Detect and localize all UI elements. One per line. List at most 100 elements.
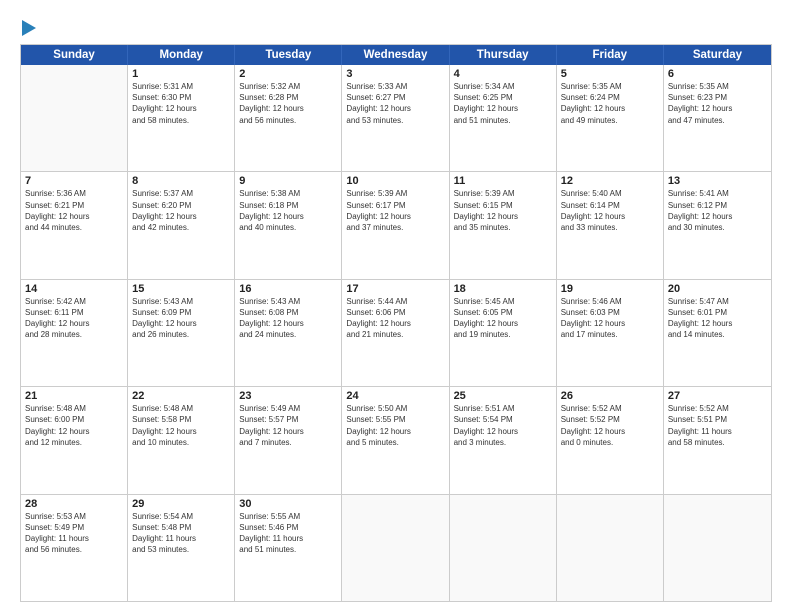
day-info: Sunrise: 5:35 AMSunset: 6:24 PMDaylight:… [561, 81, 659, 126]
day-number: 7 [25, 175, 123, 187]
day-number: 12 [561, 175, 659, 187]
day-info: Sunrise: 5:34 AMSunset: 6:25 PMDaylight:… [454, 81, 552, 126]
calendar-cell: 15Sunrise: 5:43 AMSunset: 6:09 PMDayligh… [128, 280, 235, 386]
calendar-cell: 17Sunrise: 5:44 AMSunset: 6:06 PMDayligh… [342, 280, 449, 386]
calendar-cell: 19Sunrise: 5:46 AMSunset: 6:03 PMDayligh… [557, 280, 664, 386]
calendar-week-2: 7Sunrise: 5:36 AMSunset: 6:21 PMDaylight… [21, 172, 771, 279]
day-number: 23 [239, 390, 337, 402]
day-number: 14 [25, 283, 123, 295]
day-number: 20 [668, 283, 767, 295]
day-number: 9 [239, 175, 337, 187]
day-info: Sunrise: 5:42 AMSunset: 6:11 PMDaylight:… [25, 296, 123, 341]
calendar-week-1: 1Sunrise: 5:31 AMSunset: 6:30 PMDaylight… [21, 65, 771, 172]
day-number: 19 [561, 283, 659, 295]
day-number: 21 [25, 390, 123, 402]
calendar-cell: 30Sunrise: 5:55 AMSunset: 5:46 PMDayligh… [235, 495, 342, 601]
calendar-cell: 26Sunrise: 5:52 AMSunset: 5:52 PMDayligh… [557, 387, 664, 493]
day-info: Sunrise: 5:40 AMSunset: 6:14 PMDaylight:… [561, 188, 659, 233]
header-day-sunday: Sunday [21, 45, 128, 65]
calendar-cell: 28Sunrise: 5:53 AMSunset: 5:49 PMDayligh… [21, 495, 128, 601]
logo [20, 20, 36, 36]
day-number: 3 [346, 68, 444, 80]
day-info: Sunrise: 5:51 AMSunset: 5:54 PMDaylight:… [454, 403, 552, 448]
calendar-cell: 9Sunrise: 5:38 AMSunset: 6:18 PMDaylight… [235, 172, 342, 278]
day-info: Sunrise: 5:36 AMSunset: 6:21 PMDaylight:… [25, 188, 123, 233]
calendar-cell: 14Sunrise: 5:42 AMSunset: 6:11 PMDayligh… [21, 280, 128, 386]
calendar-cell: 7Sunrise: 5:36 AMSunset: 6:21 PMDaylight… [21, 172, 128, 278]
day-number: 11 [454, 175, 552, 187]
calendar-cell: 16Sunrise: 5:43 AMSunset: 6:08 PMDayligh… [235, 280, 342, 386]
day-number: 28 [25, 498, 123, 510]
header-day-friday: Friday [557, 45, 664, 65]
calendar-cell [450, 495, 557, 601]
calendar-cell: 3Sunrise: 5:33 AMSunset: 6:27 PMDaylight… [342, 65, 449, 171]
calendar-cell: 10Sunrise: 5:39 AMSunset: 6:17 PMDayligh… [342, 172, 449, 278]
day-number: 1 [132, 68, 230, 80]
calendar-cell: 18Sunrise: 5:45 AMSunset: 6:05 PMDayligh… [450, 280, 557, 386]
day-info: Sunrise: 5:31 AMSunset: 6:30 PMDaylight:… [132, 81, 230, 126]
day-info: Sunrise: 5:53 AMSunset: 5:49 PMDaylight:… [25, 511, 123, 556]
day-number: 18 [454, 283, 552, 295]
day-number: 24 [346, 390, 444, 402]
logo-arrow-icon [22, 20, 36, 36]
day-info: Sunrise: 5:43 AMSunset: 6:08 PMDaylight:… [239, 296, 337, 341]
calendar-cell: 23Sunrise: 5:49 AMSunset: 5:57 PMDayligh… [235, 387, 342, 493]
day-info: Sunrise: 5:35 AMSunset: 6:23 PMDaylight:… [668, 81, 767, 126]
day-info: Sunrise: 5:54 AMSunset: 5:48 PMDaylight:… [132, 511, 230, 556]
day-info: Sunrise: 5:39 AMSunset: 6:17 PMDaylight:… [346, 188, 444, 233]
calendar-cell: 25Sunrise: 5:51 AMSunset: 5:54 PMDayligh… [450, 387, 557, 493]
day-info: Sunrise: 5:52 AMSunset: 5:51 PMDaylight:… [668, 403, 767, 448]
day-number: 10 [346, 175, 444, 187]
calendar-cell: 2Sunrise: 5:32 AMSunset: 6:28 PMDaylight… [235, 65, 342, 171]
calendar-week-3: 14Sunrise: 5:42 AMSunset: 6:11 PMDayligh… [21, 280, 771, 387]
day-info: Sunrise: 5:43 AMSunset: 6:09 PMDaylight:… [132, 296, 230, 341]
day-number: 15 [132, 283, 230, 295]
day-number: 22 [132, 390, 230, 402]
day-number: 8 [132, 175, 230, 187]
day-info: Sunrise: 5:39 AMSunset: 6:15 PMDaylight:… [454, 188, 552, 233]
calendar-cell: 1Sunrise: 5:31 AMSunset: 6:30 PMDaylight… [128, 65, 235, 171]
day-number: 30 [239, 498, 337, 510]
day-info: Sunrise: 5:55 AMSunset: 5:46 PMDaylight:… [239, 511, 337, 556]
day-number: 25 [454, 390, 552, 402]
calendar-cell [21, 65, 128, 171]
calendar: SundayMondayTuesdayWednesdayThursdayFrid… [20, 44, 772, 602]
day-info: Sunrise: 5:48 AMSunset: 6:00 PMDaylight:… [25, 403, 123, 448]
calendar-cell: 27Sunrise: 5:52 AMSunset: 5:51 PMDayligh… [664, 387, 771, 493]
day-info: Sunrise: 5:48 AMSunset: 5:58 PMDaylight:… [132, 403, 230, 448]
day-info: Sunrise: 5:47 AMSunset: 6:01 PMDaylight:… [668, 296, 767, 341]
calendar-cell: 22Sunrise: 5:48 AMSunset: 5:58 PMDayligh… [128, 387, 235, 493]
calendar-cell: 11Sunrise: 5:39 AMSunset: 6:15 PMDayligh… [450, 172, 557, 278]
day-info: Sunrise: 5:45 AMSunset: 6:05 PMDaylight:… [454, 296, 552, 341]
day-info: Sunrise: 5:32 AMSunset: 6:28 PMDaylight:… [239, 81, 337, 126]
page: SundayMondayTuesdayWednesdayThursdayFrid… [0, 0, 792, 612]
calendar-cell: 4Sunrise: 5:34 AMSunset: 6:25 PMDaylight… [450, 65, 557, 171]
day-number: 17 [346, 283, 444, 295]
header-day-saturday: Saturday [664, 45, 771, 65]
calendar-cell: 21Sunrise: 5:48 AMSunset: 6:00 PMDayligh… [21, 387, 128, 493]
calendar-cell: 12Sunrise: 5:40 AMSunset: 6:14 PMDayligh… [557, 172, 664, 278]
day-number: 4 [454, 68, 552, 80]
calendar-week-5: 28Sunrise: 5:53 AMSunset: 5:49 PMDayligh… [21, 495, 771, 601]
day-info: Sunrise: 5:46 AMSunset: 6:03 PMDaylight:… [561, 296, 659, 341]
day-number: 5 [561, 68, 659, 80]
calendar-cell [664, 495, 771, 601]
calendar-cell: 6Sunrise: 5:35 AMSunset: 6:23 PMDaylight… [664, 65, 771, 171]
header-day-wednesday: Wednesday [342, 45, 449, 65]
day-number: 16 [239, 283, 337, 295]
calendar-cell [342, 495, 449, 601]
day-info: Sunrise: 5:38 AMSunset: 6:18 PMDaylight:… [239, 188, 337, 233]
day-info: Sunrise: 5:37 AMSunset: 6:20 PMDaylight:… [132, 188, 230, 233]
day-number: 27 [668, 390, 767, 402]
header [20, 16, 772, 36]
day-number: 6 [668, 68, 767, 80]
calendar-cell: 29Sunrise: 5:54 AMSunset: 5:48 PMDayligh… [128, 495, 235, 601]
header-day-tuesday: Tuesday [235, 45, 342, 65]
calendar-cell [557, 495, 664, 601]
calendar-cell: 8Sunrise: 5:37 AMSunset: 6:20 PMDaylight… [128, 172, 235, 278]
day-info: Sunrise: 5:44 AMSunset: 6:06 PMDaylight:… [346, 296, 444, 341]
day-number: 2 [239, 68, 337, 80]
calendar-cell: 24Sunrise: 5:50 AMSunset: 5:55 PMDayligh… [342, 387, 449, 493]
day-info: Sunrise: 5:50 AMSunset: 5:55 PMDaylight:… [346, 403, 444, 448]
calendar-header: SundayMondayTuesdayWednesdayThursdayFrid… [21, 45, 771, 65]
